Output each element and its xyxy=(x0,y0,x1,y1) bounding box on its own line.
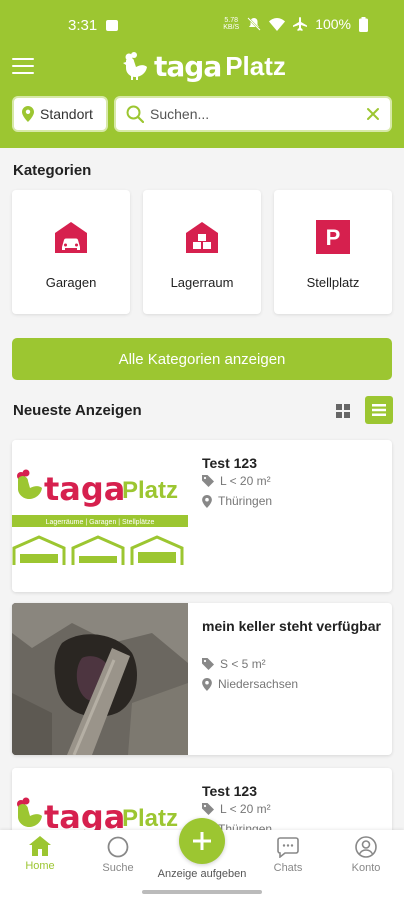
post-ad-label[interactable]: Anzeige aufgeben xyxy=(152,868,252,880)
listing-title: mein keller steht verfügbar xyxy=(202,618,381,634)
location-pin-icon xyxy=(22,106,34,122)
category-stellplatz[interactable]: P Stellplatz xyxy=(274,190,392,314)
search-input[interactable] xyxy=(150,106,366,122)
battery-icon xyxy=(359,16,368,32)
clear-search-icon[interactable] xyxy=(366,107,380,121)
listing-size: L < 20 m² xyxy=(202,474,271,488)
search-bar[interactable] xyxy=(114,96,392,132)
category-label: Lagerraum xyxy=(170,275,234,290)
battery-percent: 100% xyxy=(315,16,351,32)
listing-size: L < 20 m² xyxy=(202,802,271,816)
nav-home-label: Home xyxy=(25,860,55,872)
status-icons: 5.78 KB/S 100% xyxy=(223,16,368,32)
plus-icon xyxy=(193,832,211,850)
categories-title: Kategorien xyxy=(13,162,92,179)
nav-chats-label: Chats xyxy=(273,862,303,874)
nav-search-label: Suche xyxy=(102,862,134,874)
app-logo: taga Platz xyxy=(120,46,286,86)
all-categories-button[interactable]: Alle Kategorien anzeigen xyxy=(12,338,392,380)
listing-card[interactable]: taga Platz Lagerräume | Garagen | Stellp… xyxy=(12,440,392,592)
menu-button[interactable] xyxy=(12,58,34,76)
list-view-icon xyxy=(372,404,386,416)
home-icon xyxy=(29,836,51,856)
grid-view-button[interactable] xyxy=(330,398,356,424)
tag-icon xyxy=(202,803,214,815)
cellar-photo xyxy=(12,603,188,755)
gesture-bar xyxy=(0,888,404,900)
tag-icon xyxy=(202,658,214,670)
search-icon xyxy=(107,836,129,858)
category-label: Stellplatz xyxy=(306,275,360,290)
location-pin-icon xyxy=(202,677,212,691)
mute-icon xyxy=(247,17,261,31)
network-speed: 5.78 KB/S xyxy=(223,17,240,31)
listing-title: Test 123 xyxy=(202,783,257,799)
thumb-logo-tagline: Lagerräume | Garagen | Stellplätze xyxy=(46,519,155,526)
thumb-logo-platz: Platz xyxy=(122,805,178,832)
grid-view-icon xyxy=(336,404,350,418)
location-label: Standort xyxy=(40,106,93,122)
account-icon xyxy=(355,836,377,858)
svg-text:P: P xyxy=(326,225,341,250)
parking-icon: P xyxy=(316,220,350,254)
location-button[interactable]: Standort xyxy=(12,96,108,132)
listing-title: Test 123 xyxy=(202,455,257,471)
thumb-logo-platz: Platz xyxy=(122,477,178,504)
listing-region: Thüringen xyxy=(202,494,272,508)
wifi-icon xyxy=(269,17,286,31)
list-view-button[interactable] xyxy=(365,396,393,424)
tag-icon xyxy=(202,475,214,487)
airplane-icon xyxy=(293,17,308,31)
category-lagerraum[interactable]: Lagerraum xyxy=(143,190,261,314)
app-header: 3:31 5.78 KB/S 100% taga Platz Standort xyxy=(0,0,404,148)
latest-listings-title: Neueste Anzeigen xyxy=(13,402,142,419)
chat-icon xyxy=(277,837,299,858)
status-time: 3:31 xyxy=(68,17,98,34)
status-bar: 3:31 5.78 KB/S 100% xyxy=(0,0,404,52)
location-pin-icon xyxy=(202,494,212,508)
listing-thumbnail: taga Platz Lagerräume | Garagen | Stellp… xyxy=(12,440,188,592)
nav-chats[interactable]: Chats xyxy=(248,836,328,874)
nav-account[interactable]: Konto xyxy=(326,836,404,874)
logo-platz: Platz xyxy=(225,50,286,81)
post-ad-button[interactable] xyxy=(179,818,225,864)
listing-thumbnail xyxy=(12,603,188,755)
tagaplatz-logo-image: taga Platz Lagerräume | Garagen | Stellp… xyxy=(12,469,188,565)
thumb-logo-taga: taga xyxy=(44,470,125,508)
logo-taga: taga xyxy=(154,49,222,83)
nav-home[interactable]: Home xyxy=(0,836,80,872)
category-label: Garagen xyxy=(45,275,97,290)
search-icon xyxy=(126,105,144,123)
nav-search[interactable]: Suche xyxy=(78,836,158,874)
listing-region: Niedersachsen xyxy=(202,677,298,691)
storage-icon xyxy=(186,222,218,253)
category-garagen[interactable]: Garagen xyxy=(12,190,130,314)
nav-account-label: Konto xyxy=(351,862,381,874)
listing-size: S < 5 m² xyxy=(202,657,266,671)
listing-card[interactable]: mein keller steht verfügbar S < 5 m² Nie… xyxy=(12,603,392,755)
garage-icon xyxy=(55,222,87,253)
rooster-logo-icon xyxy=(123,52,147,80)
image-notification-icon xyxy=(106,20,118,31)
